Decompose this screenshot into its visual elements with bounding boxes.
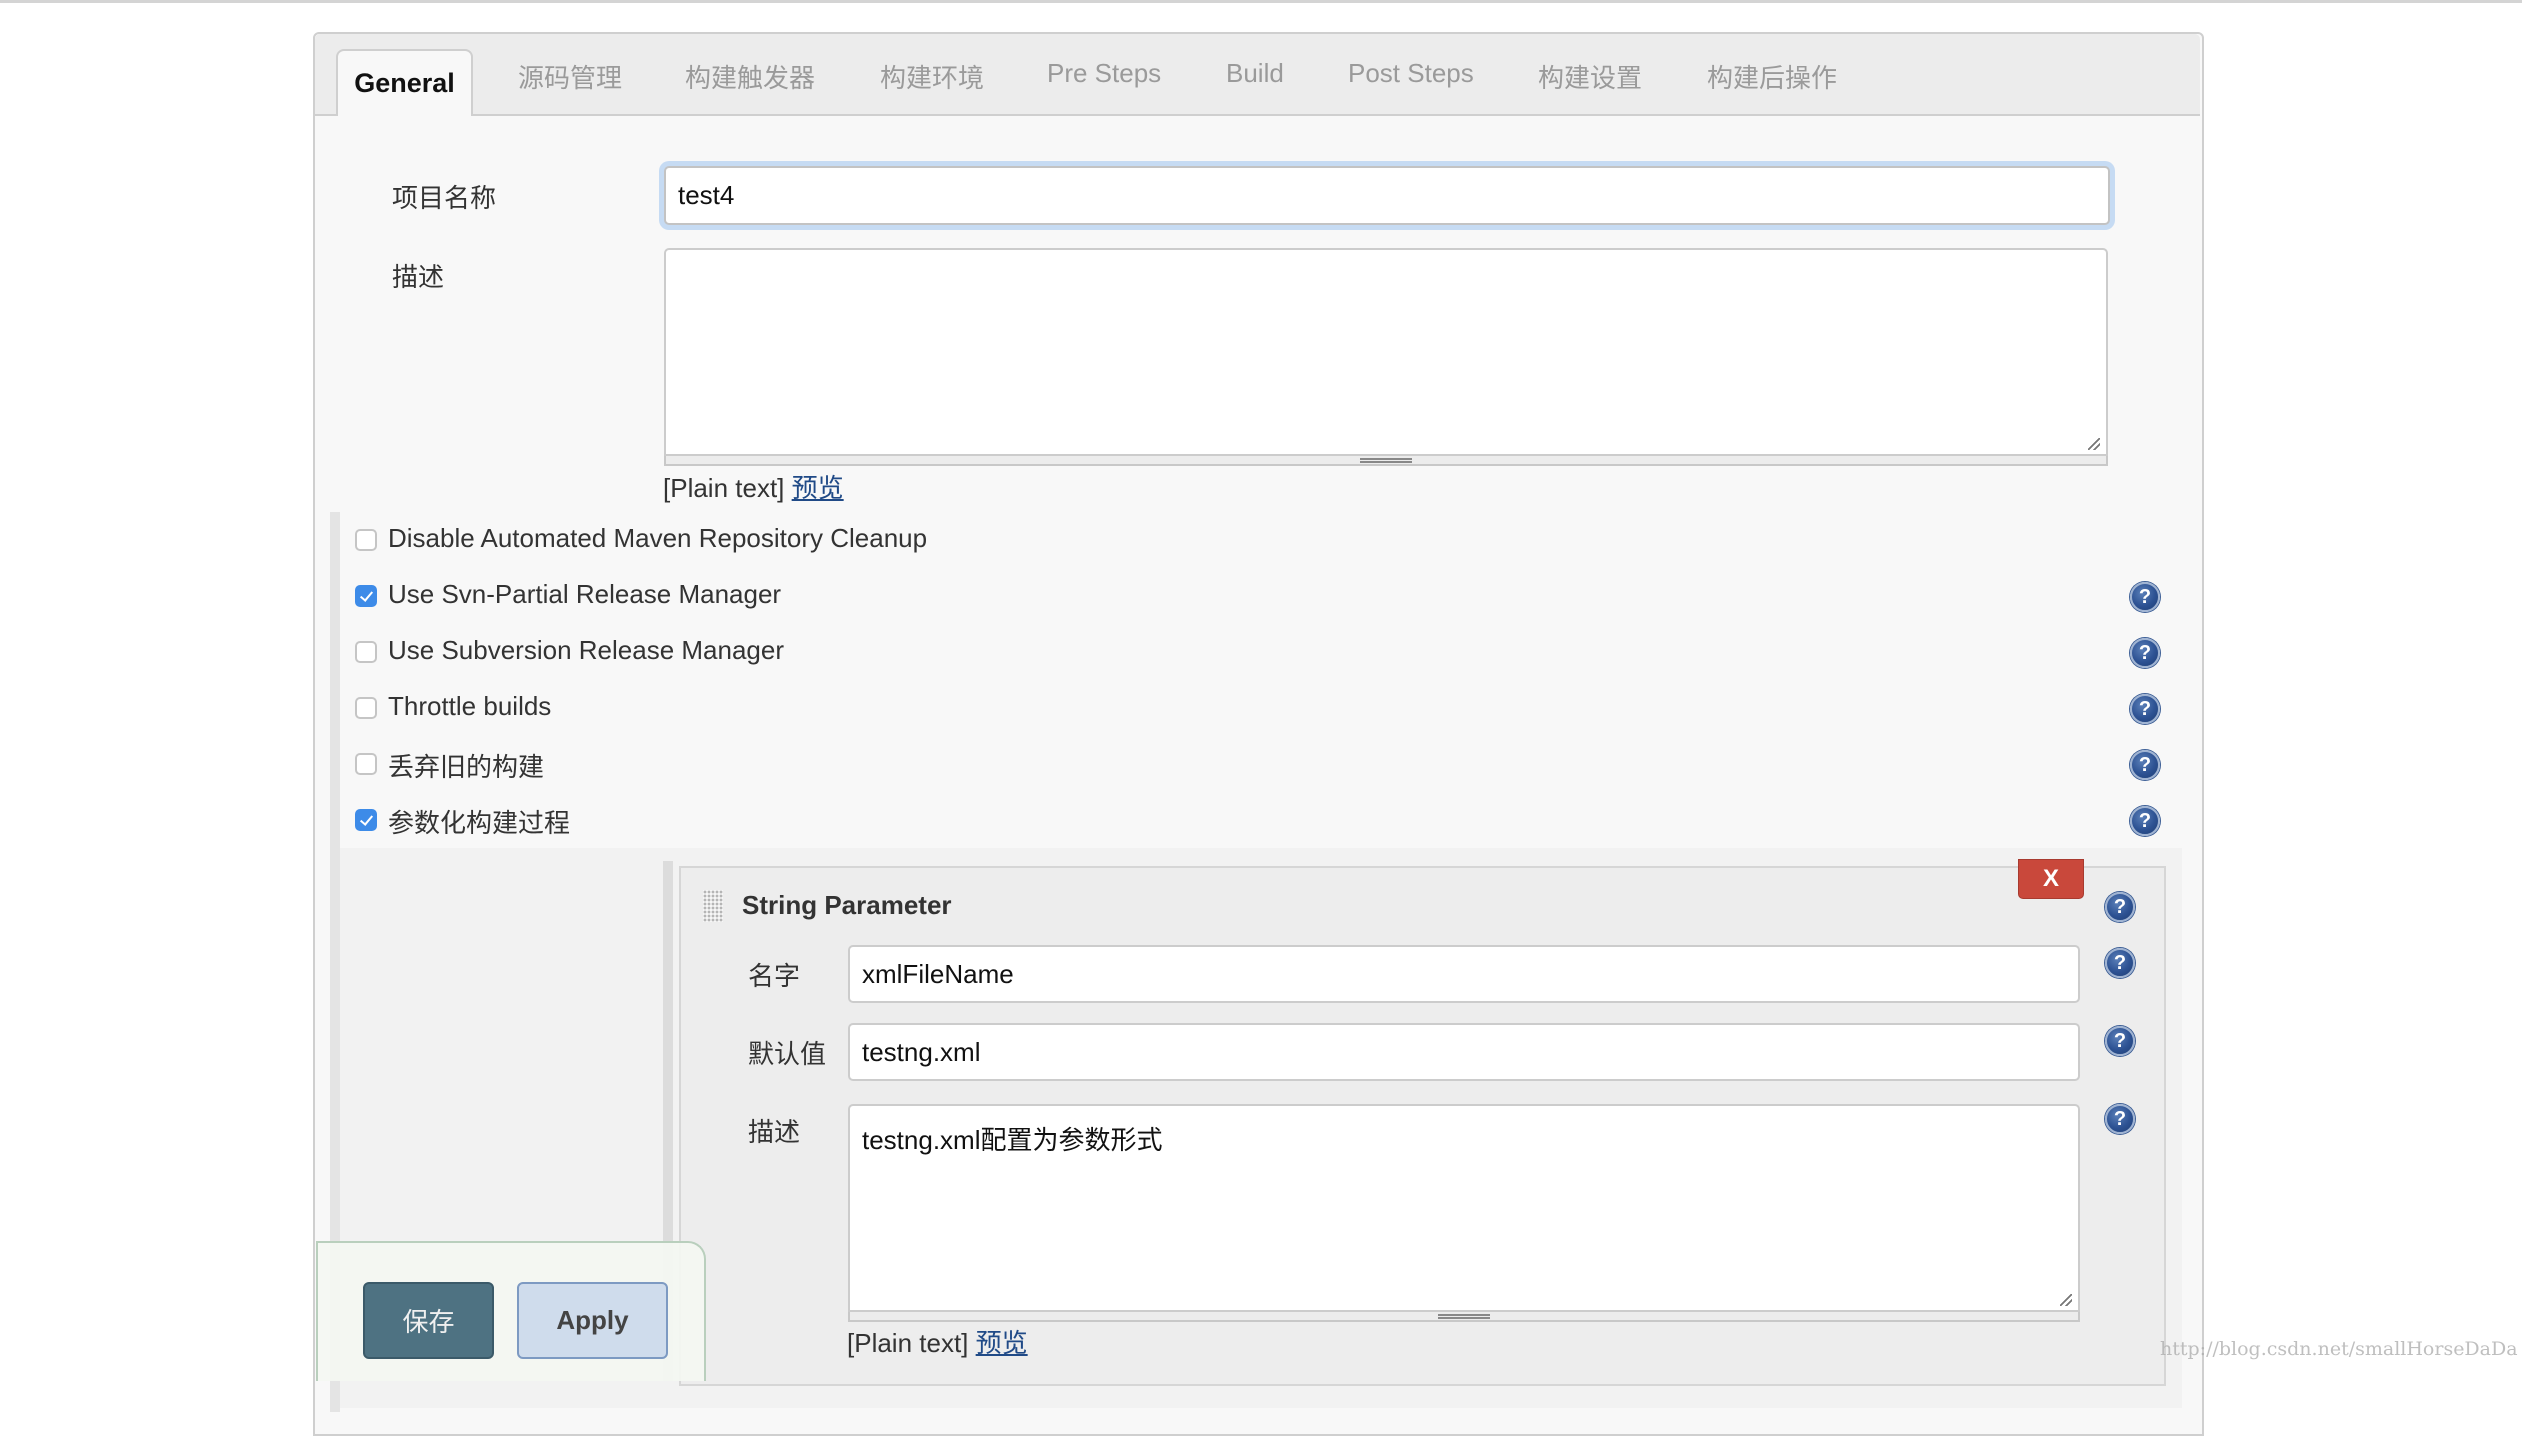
help-icon[interactable]: ?	[2130, 638, 2160, 668]
help-icon[interactable]: ?	[2105, 948, 2135, 978]
drag-grip-icon[interactable]	[703, 890, 723, 922]
param-description-format-row: [Plain text] 预览	[847, 1323, 1028, 1360]
tab-build-triggers[interactable]: 构建触发器	[685, 58, 815, 95]
delete-parameter-button[interactable]: X	[2018, 859, 2084, 899]
description-format-row: [Plain text] 预览	[663, 468, 844, 505]
param-description-label: 描述	[748, 1117, 801, 1147]
help-icon[interactable]: ?	[2105, 1026, 2135, 1056]
param-name-label: 名字	[748, 961, 801, 991]
description-expand-bar[interactable]	[664, 456, 2108, 466]
option-label: Use Subversion Release Manager	[388, 635, 784, 665]
help-icon[interactable]: ?	[2105, 892, 2135, 922]
option-label: Throttle builds	[388, 691, 552, 721]
param-description-textarea[interactable]: testng.xml配置为参数形式	[848, 1104, 2080, 1312]
checkbox-svn-partial-release-manager[interactable]	[355, 585, 377, 607]
option-label: Disable Automated Maven Repository Clean…	[388, 523, 928, 553]
project-name-input[interactable]: test4	[664, 166, 2110, 225]
tab-post-steps[interactable]: Post Steps	[1348, 58, 1474, 89]
apply-button[interactable]: Apply	[517, 1282, 668, 1359]
watermark: http://blog.csdn.net/smallHorseDaDa	[2160, 1338, 2518, 1360]
drag-handle-icon	[1360, 458, 1412, 463]
parameter-title: String Parameter	[742, 890, 952, 920]
param-default-input[interactable]: testng.xml	[848, 1023, 2080, 1081]
checkbox-discard-old-builds[interactable]	[355, 753, 377, 775]
format-label: [Plain text]	[847, 1328, 969, 1358]
top-border	[0, 0, 2522, 3]
tab-post-build-actions[interactable]: 构建后操作	[1707, 58, 1837, 95]
checkbox-subversion-release-manager[interactable]	[355, 641, 377, 663]
help-icon[interactable]: ?	[2130, 582, 2160, 612]
checkbox-parameterized-build[interactable]	[355, 809, 377, 831]
resize-grip-icon[interactable]	[2060, 1294, 2072, 1306]
tab-source-code-management[interactable]: 源码管理	[518, 58, 622, 95]
option-label: Use Svn-Partial Release Manager	[388, 579, 782, 609]
param-description-value: testng.xml配置为参数形式	[862, 1125, 1163, 1155]
param-description-expand-bar[interactable]	[848, 1312, 2080, 1322]
description-label: 描述	[392, 262, 445, 292]
tab-build-settings[interactable]: 构建设置	[1538, 58, 1642, 95]
format-label: [Plain text]	[663, 473, 785, 503]
project-name-label: 项目名称	[392, 183, 497, 213]
tab-general[interactable]: General	[336, 49, 473, 116]
help-icon[interactable]: ?	[2105, 1104, 2135, 1134]
param-name-value: xmlFileName	[862, 958, 1014, 989]
resize-grip-icon[interactable]	[2088, 438, 2100, 450]
tab-build-environment[interactable]: 构建环境	[880, 58, 984, 95]
param-default-label: 默认值	[748, 1039, 827, 1069]
option-label: 参数化构建过程	[388, 808, 571, 838]
preview-link[interactable]: 预览	[976, 1328, 1028, 1358]
save-button[interactable]: 保存	[363, 1282, 494, 1359]
preview-link[interactable]: 预览	[792, 473, 844, 503]
drag-handle-icon	[1438, 1314, 1490, 1319]
help-icon[interactable]: ?	[2130, 750, 2160, 780]
tab-pre-steps[interactable]: Pre Steps	[1047, 58, 1161, 89]
checkbox-disable-maven-cleanup[interactable]	[355, 529, 377, 551]
help-icon[interactable]: ?	[2130, 694, 2160, 724]
description-textarea[interactable]	[664, 248, 2108, 456]
checkbox-throttle-builds[interactable]	[355, 697, 377, 719]
option-label: 丢弃旧的构建	[388, 752, 545, 782]
tab-build[interactable]: Build	[1226, 58, 1284, 89]
param-name-input[interactable]: xmlFileName	[848, 945, 2080, 1003]
param-default-value: testng.xml	[862, 1036, 981, 1067]
help-icon[interactable]: ?	[2130, 806, 2160, 836]
project-name-value: test4	[678, 180, 735, 210]
